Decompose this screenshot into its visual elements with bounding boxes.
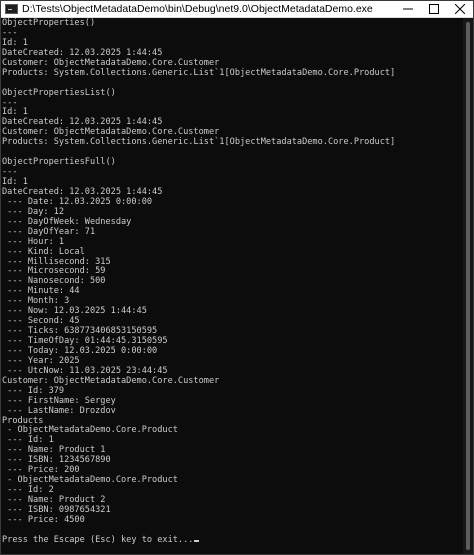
minimize-icon [403, 8, 413, 10]
exit-prompt-line: Press the Escape (Esc) key to exit... [2, 535, 463, 546]
console-line: --- Price: 4500 [2, 514, 85, 525]
console-line: Products: System.Collections.Generic.Lis… [2, 137, 396, 148]
console-app-icon [5, 4, 18, 14]
console-line: --- Date: 12.03.2025 0:00:00 [2, 196, 153, 207]
console-line: - ObjectMetadataDemo.Core.Product [2, 475, 178, 486]
console-line: --- DayOfYear: 71 [2, 226, 96, 237]
window-title: D:\Tests\ObjectMetadataDemo\bin\Debug\ne… [22, 3, 373, 15]
close-icon [455, 4, 465, 14]
maximize-icon [429, 4, 439, 14]
text-cursor [194, 539, 200, 542]
console-line: ObjectPropertiesFull() [2, 157, 116, 168]
minimize-button[interactable] [395, 1, 421, 18]
console-line: ObjectPropertiesList() [2, 87, 116, 98]
maximize-button[interactable] [421, 1, 447, 18]
scrollbar-thumb[interactable] [466, 22, 470, 550]
console-line: Products: System.Collections.Generic.Lis… [2, 67, 396, 78]
console-line: --- Kind: Local [2, 246, 85, 257]
console-line: --- [2, 97, 18, 108]
console-line: Customer: ObjectMetadataDemo.Core.Custom… [2, 375, 220, 386]
console-line: --- [2, 27, 18, 38]
console-line: --- Minute: 44 [2, 286, 80, 297]
vertical-scrollbar[interactable] [463, 18, 473, 554]
console-line: --- [2, 167, 18, 178]
console-line: ObjectProperties() [2, 18, 96, 28]
console-output[interactable]: ObjectProperties() --- Id: 1 DateCreated: 1… [1, 18, 463, 554]
close-button[interactable] [447, 1, 473, 18]
console-line: - ObjectMetadataDemo.Core.Product [2, 425, 178, 436]
title-bar[interactable]: D:\Tests\ObjectMetadataDemo\bin\Debug\ne… [1, 1, 473, 18]
window-controls [395, 1, 473, 18]
console-window: D:\Tests\ObjectMetadataDemo\bin\Debug\ne… [0, 0, 474, 555]
console-line: --- LastName: Drozdov [2, 405, 116, 416]
